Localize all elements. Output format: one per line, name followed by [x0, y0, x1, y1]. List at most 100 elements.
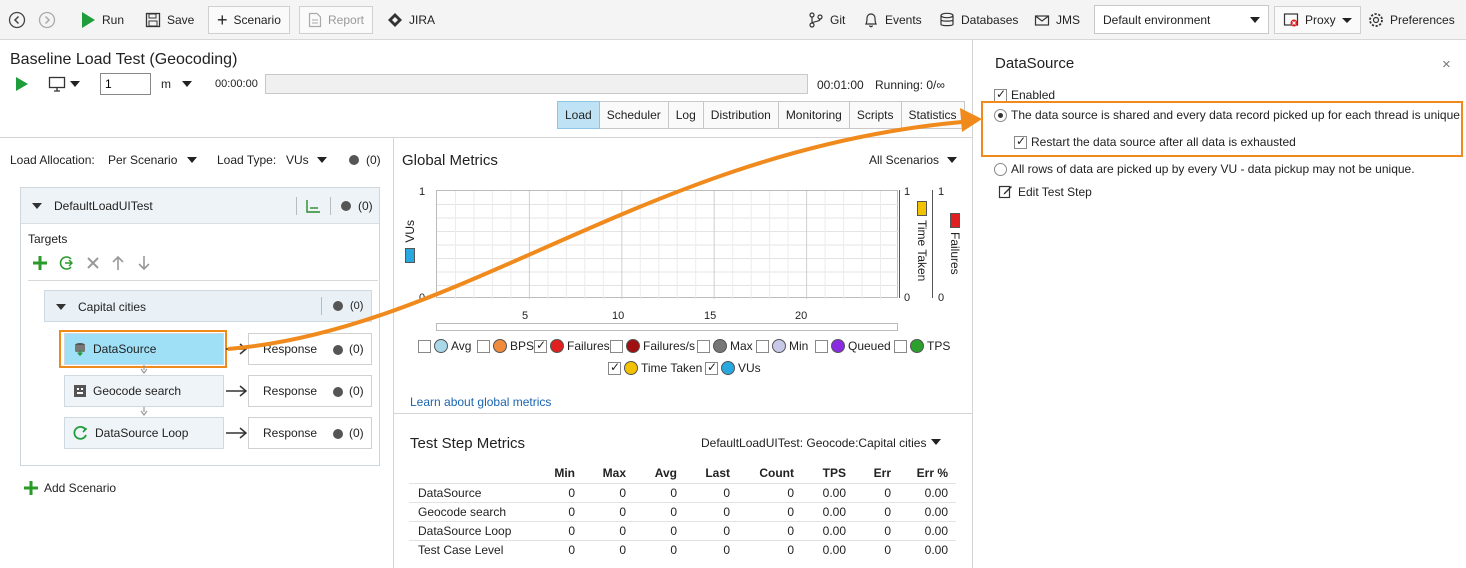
step-geocode-search[interactable]: Geocode search [64, 375, 224, 407]
run-button[interactable]: Run [80, 6, 124, 34]
learn-global-metrics-link[interactable]: Learn about global metrics [410, 395, 551, 409]
restart-datasource-checkbox[interactable]: Restart the data source after all data i… [1014, 134, 1296, 149]
git-button[interactable]: Git [808, 6, 845, 34]
failures-swatch [950, 213, 960, 228]
edit-test-step-button[interactable]: Edit Test Step [998, 184, 1092, 199]
response-assertion[interactable]: Response (0) [248, 417, 372, 449]
load-type-label: Load Type: [217, 153, 277, 167]
load-test-count: (0) [358, 199, 373, 213]
preferences-button[interactable]: Preferences [1368, 6, 1455, 34]
running-status: Running: 0/∞ [875, 78, 945, 92]
collapse-icon[interactable] [56, 304, 66, 310]
add-target-icon[interactable] [32, 255, 48, 271]
load-test-name: DefaultLoadUITest [54, 199, 153, 213]
load-allocation-label: Load Allocation: [10, 153, 95, 167]
chart-grid [437, 191, 899, 299]
gear-icon [1368, 12, 1384, 28]
save-button[interactable]: Save [145, 6, 194, 34]
add-scenario-button[interactable]: Add Scenario [24, 481, 116, 495]
duration-unit[interactable]: m [161, 77, 171, 91]
tab-statistics[interactable]: Statistics [901, 101, 965, 129]
move-down-icon[interactable] [137, 255, 151, 271]
divider [296, 197, 297, 215]
proxy-button[interactable]: Proxy [1274, 6, 1361, 34]
back-icon[interactable] [8, 11, 26, 29]
table-row[interactable]: Test Case Level 0 0 0 0 0 0.00 0 0.00 [409, 539, 956, 559]
plus-icon: + [217, 10, 228, 30]
jira-icon [387, 12, 403, 28]
chevron-down-icon[interactable] [182, 81, 192, 87]
metrics-scope-select[interactable]: All Scenarios [869, 153, 939, 167]
highlight-frame [59, 330, 227, 368]
tab-log[interactable]: Log [668, 101, 704, 129]
enabled-checkbox[interactable]: Enabled [994, 87, 1055, 102]
chart-icon[interactable] [305, 198, 321, 214]
legend-bps[interactable]: BPS [477, 339, 534, 353]
move-up-icon[interactable] [111, 255, 125, 271]
response-assertion[interactable]: Response (0) [248, 375, 372, 407]
legend-failures[interactable]: Failures [534, 338, 610, 353]
y-right1-min: 0 [904, 292, 911, 304]
legend-min[interactable]: Min [756, 339, 808, 353]
status-dot [333, 345, 343, 355]
chart-scrollbar[interactable] [436, 323, 898, 331]
plus-icon [24, 481, 38, 495]
legend-vus[interactable]: VUs [705, 360, 761, 375]
databases-button[interactable]: Databases [939, 6, 1018, 34]
legend-failures-per-second[interactable]: Failures/s [610, 339, 695, 353]
collapse-icon[interactable] [32, 203, 42, 209]
add-existing-target-icon[interactable] [58, 255, 74, 271]
option-shared-radio[interactable]: The data source is shared and every data… [994, 108, 1460, 122]
tab-scripts[interactable]: Scripts [849, 101, 902, 129]
report-button[interactable]: Report [299, 6, 374, 34]
table-row[interactable]: DataSource 0 0 0 0 0 0.00 0 0.00 [409, 482, 956, 502]
play-icon [80, 11, 96, 29]
divider [321, 297, 322, 315]
targets-label: Targets [28, 232, 68, 246]
x-tick: 20 [795, 310, 808, 322]
y-left-label: VUs [403, 220, 417, 243]
forward-icon[interactable] [38, 11, 56, 29]
step-datasource-loop[interactable]: DataSource Loop [64, 417, 224, 449]
table-row[interactable]: DataSource Loop 0 0 0 0 0 0.00 0 0.00 [409, 520, 956, 540]
report-icon [308, 12, 322, 28]
tab-distribution[interactable]: Distribution [703, 101, 779, 129]
monitor-select[interactable] [48, 76, 80, 92]
legend-queued[interactable]: Queued [815, 339, 891, 353]
delete-icon[interactable] [86, 256, 100, 270]
tab-monitoring[interactable]: Monitoring [778, 101, 850, 129]
tab-load[interactable]: Load [557, 101, 600, 129]
status-dot [349, 155, 359, 165]
load-type-select[interactable]: VUs [286, 153, 309, 167]
tab-scheduler[interactable]: Scheduler [599, 101, 669, 129]
elapsed-time: 00:00:00 [215, 78, 258, 90]
page-title: Baseline Load Test (Geocoding) [10, 51, 238, 68]
run-test-icon[interactable] [14, 76, 30, 92]
legend-time-taken[interactable]: Time Taken [608, 360, 702, 375]
chevron-down-icon[interactable] [947, 157, 957, 163]
environment-select[interactable]: Default environment [1094, 5, 1269, 34]
response-assertion[interactable]: Response (0) [248, 333, 372, 365]
events-button[interactable]: Events [863, 6, 922, 34]
load-allocation-select[interactable]: Per Scenario [108, 153, 177, 167]
step-metrics-scope-select[interactable]: DefaultLoadUITest: Geocode:Capital citie… [701, 436, 926, 450]
chevron-down-icon[interactable] [317, 157, 327, 163]
option-all-rows-radio[interactable]: All rows of data are picked up by every … [994, 162, 1415, 176]
chevron-down-icon[interactable] [187, 157, 197, 163]
scenario-button[interactable]: + Scenario [208, 6, 290, 34]
legend-tps[interactable]: TPS [894, 339, 950, 353]
jms-icon [1034, 12, 1050, 28]
metrics-chart [436, 190, 899, 299]
chevron-down-icon[interactable] [931, 439, 941, 445]
right-axis [932, 190, 933, 298]
y-left-min: 0 [419, 292, 426, 304]
jms-button[interactable]: JMS [1034, 6, 1080, 34]
legend-avg[interactable]: Avg [418, 339, 471, 353]
duration-input[interactable] [100, 73, 151, 95]
jira-button[interactable]: JIRA [387, 6, 435, 34]
legend-max[interactable]: Max [697, 339, 753, 353]
table-row[interactable]: Geocode search 0 0 0 0 0 0.00 0 0.00 [409, 501, 956, 521]
global-metrics-title: Global Metrics [402, 152, 498, 169]
datasource-panel-title: DataSource [995, 55, 1075, 72]
close-icon[interactable]: × [1442, 56, 1451, 73]
